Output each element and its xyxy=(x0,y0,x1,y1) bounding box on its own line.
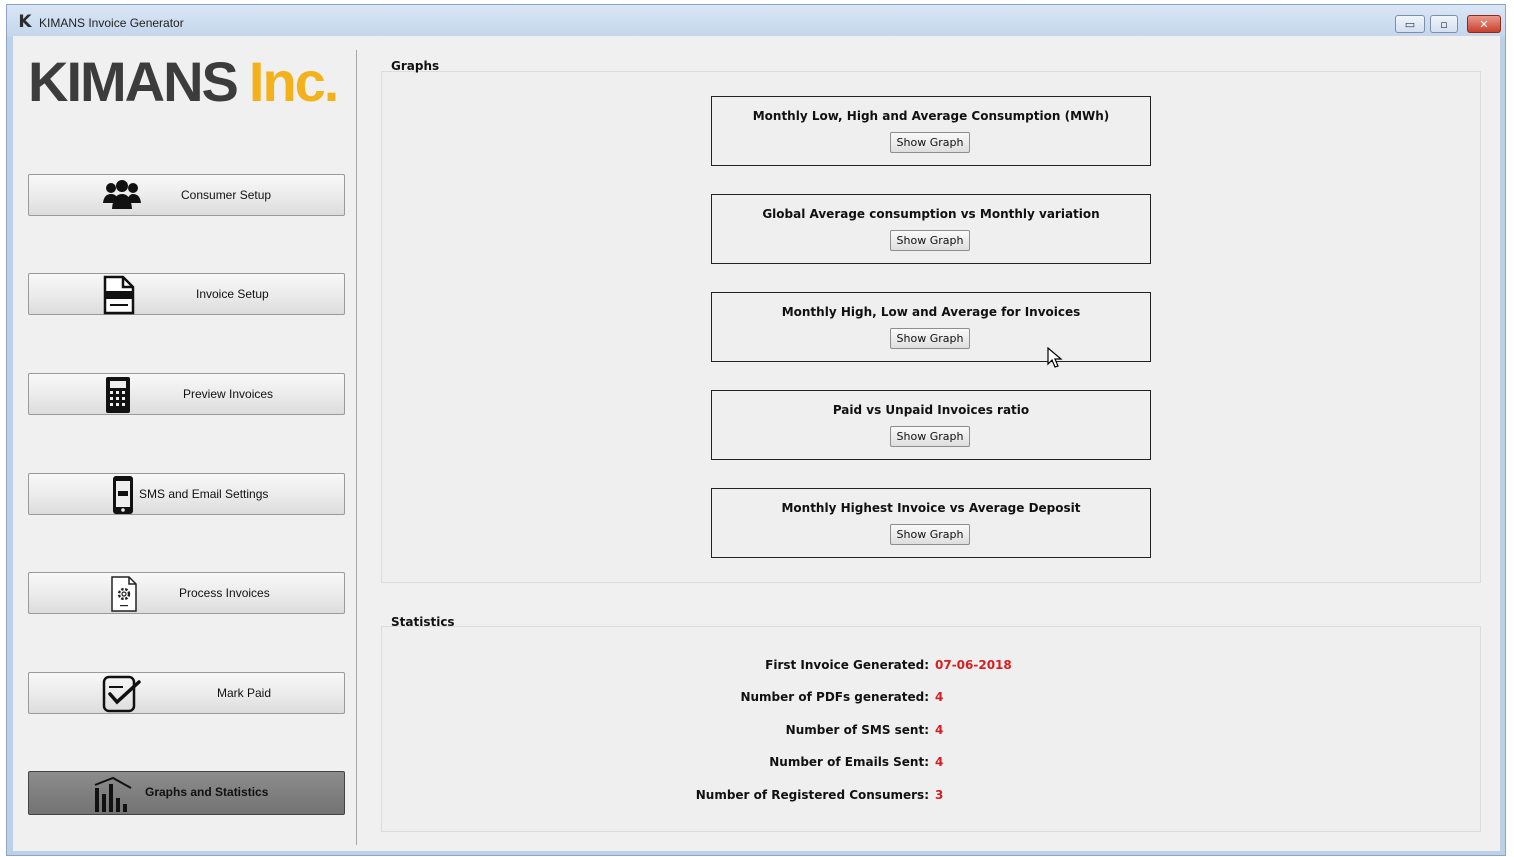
maximize-icon: ▫ xyxy=(1440,17,1448,31)
show-graph-button[interactable]: Show Graph xyxy=(890,230,970,251)
stat-value: 4 xyxy=(935,723,944,737)
stat-label: Number of SMS sent: xyxy=(785,723,929,737)
app-logo-icon: K xyxy=(18,12,32,32)
stat-label: Number of Emails Sent: xyxy=(769,755,929,769)
stat-value: 4 xyxy=(935,690,944,704)
statistics-group-title: Statistics xyxy=(391,615,455,629)
graph-card-title: Monthly Highest Invoice vs Average Depos… xyxy=(781,501,1081,515)
app-window: K KIMANS Invoice Generator ▭ ▫ ✕ KIMANS … xyxy=(6,4,1506,856)
graph-card-global-average: Global Average consumption vs Monthly va… xyxy=(711,194,1151,264)
mouse-cursor-icon xyxy=(1047,346,1063,372)
close-button[interactable]: ✕ xyxy=(1467,15,1501,33)
graph-card-title: Global Average consumption vs Monthly va… xyxy=(762,207,1100,221)
show-graph-button[interactable]: Show Graph xyxy=(890,132,970,153)
invoice-setup-label: Invoice Setup xyxy=(196,287,269,301)
stat-label: Number of Registered Consumers: xyxy=(695,788,929,802)
stat-value: 07-06-2018 xyxy=(935,658,1012,672)
consumer-setup-button[interactable]: Consumer Setup xyxy=(28,174,345,216)
stat-row-first-invoice: First Invoice Generated: 07-06-2018 xyxy=(13,658,1500,676)
preview-invoices-label: Preview Invoices xyxy=(183,387,274,401)
graphs-group-title: Graphs xyxy=(391,59,440,73)
graph-card-invoices: Monthly High, Low and Average for Invoic… xyxy=(711,292,1151,362)
logo-main-text: KIMANS xyxy=(28,50,239,113)
preview-invoices-button[interactable]: Preview Invoices xyxy=(28,373,345,415)
stat-value: 3 xyxy=(935,788,944,802)
process-invoices-button[interactable]: Process Invoices xyxy=(28,572,345,614)
calculator-icon xyxy=(103,375,133,418)
window-title: KIMANS Invoice Generator xyxy=(39,16,184,30)
title-bar[interactable]: K KIMANS Invoice Generator ▭ ▫ ✕ xyxy=(7,5,1505,37)
stat-value: 4 xyxy=(935,755,944,769)
graph-card-paid-unpaid: Paid vs Unpaid Invoices ratio Show Graph xyxy=(711,390,1151,460)
stat-row-pdfs: Number of PDFs generated: 4 xyxy=(13,690,1500,708)
client-area: KIMANS Inc. Consumer Setup Invoice Setup… xyxy=(13,36,1500,851)
show-graph-button[interactable]: Show Graph xyxy=(890,524,970,545)
stat-row-sms: Number of SMS sent: 4 xyxy=(13,723,1500,741)
sms-email-settings-label: SMS and Email Settings xyxy=(139,487,269,501)
company-logo: KIMANS Inc. xyxy=(28,50,339,113)
graph-card-title: Monthly High, Low and Average for Invoic… xyxy=(781,305,1081,319)
graph-card-highest-deposit: Monthly Highest Invoice vs Average Depos… xyxy=(711,488,1151,558)
logo-accent-text: Inc. xyxy=(248,50,339,113)
minimize-icon: ▭ xyxy=(1404,17,1416,31)
show-graph-button[interactable]: Show Graph xyxy=(890,328,970,349)
stat-row-emails: Number of Emails Sent: 4 xyxy=(13,755,1500,773)
consumer-setup-label: Consumer Setup xyxy=(181,188,272,202)
graph-card-title: Monthly Low, High and Average Consumptio… xyxy=(752,109,1110,123)
minimize-button[interactable]: ▭ xyxy=(1395,15,1425,33)
graph-card-title: Paid vs Unpaid Invoices ratio xyxy=(832,403,1030,417)
users-icon xyxy=(101,179,143,214)
invoice-setup-button[interactable]: Invoice Setup xyxy=(28,273,345,315)
process-invoices-label: Process Invoices xyxy=(179,586,270,600)
stat-label: First Invoice Generated: xyxy=(765,658,929,672)
stat-label: Number of PDFs generated: xyxy=(740,690,929,704)
gear-document-icon xyxy=(109,575,139,616)
graph-card-consumption: Monthly Low, High and Average Consumptio… xyxy=(711,96,1151,166)
close-icon: ✕ xyxy=(1479,17,1489,31)
mobile-sms-icon xyxy=(111,475,135,518)
sms-email-settings-button[interactable]: SMS and Email Settings xyxy=(28,473,345,515)
invoice-document-icon xyxy=(101,275,137,318)
maximize-button[interactable]: ▫ xyxy=(1430,15,1458,33)
show-graph-button[interactable]: Show Graph xyxy=(890,426,970,447)
stat-row-consumers: Number of Registered Consumers: 3 xyxy=(13,788,1500,806)
